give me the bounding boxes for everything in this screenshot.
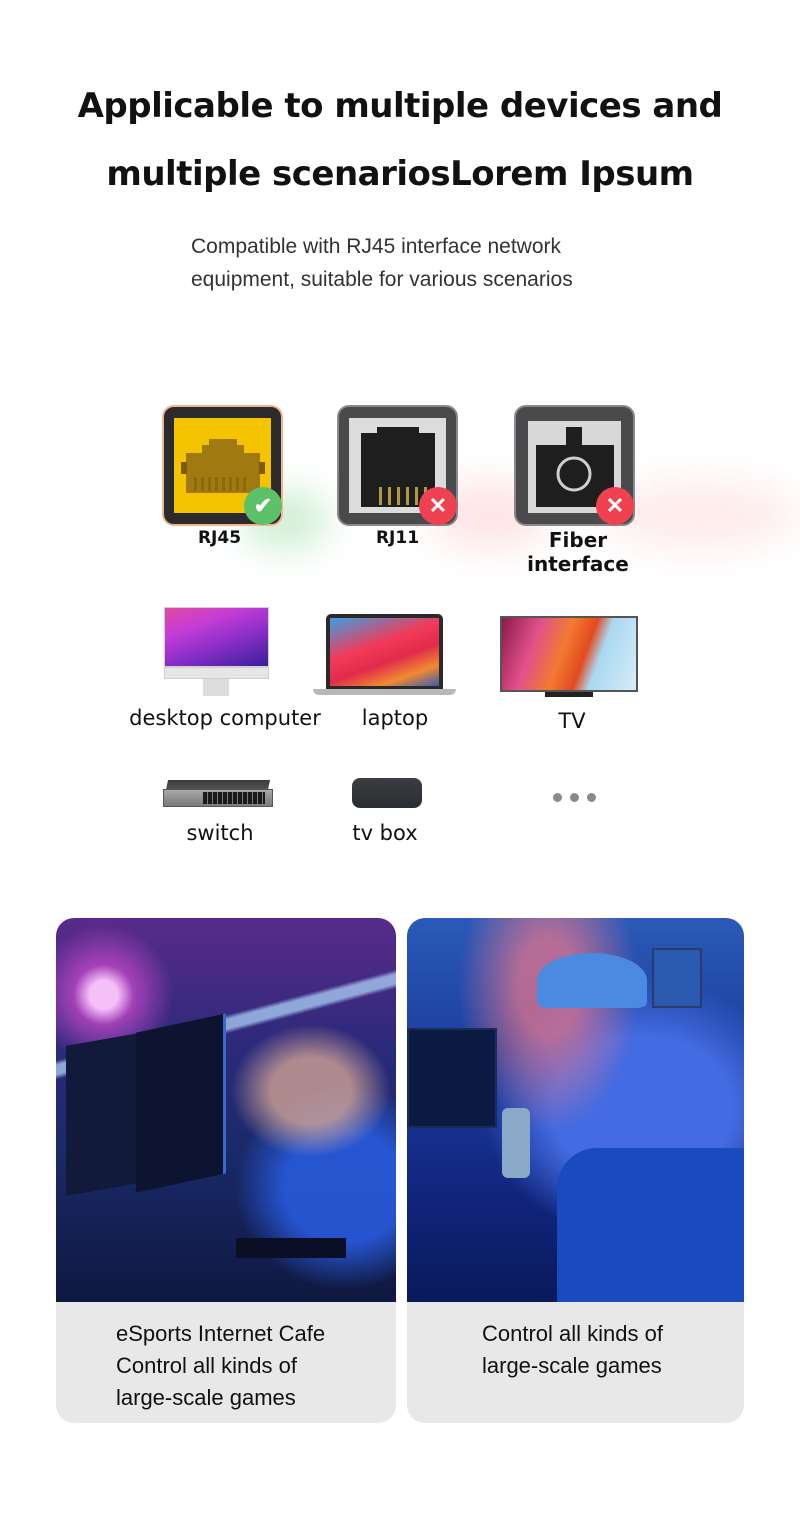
scenario-line-1: Control all kinds of (116, 1353, 297, 1378)
device-label-laptop: laptop (361, 706, 429, 730)
scenario-title: eSports Internet Cafe (116, 1321, 326, 1346)
more-dots-icon (553, 793, 596, 802)
rj45-port-icon: ✔ (162, 405, 283, 526)
scenario-line-2: large-scale games (116, 1385, 296, 1410)
subtitle-line-1: Compatible with RJ45 interface network (191, 235, 562, 258)
tv-box-icon (352, 778, 422, 808)
x-icon: ✕ (596, 487, 634, 525)
network-switch-icon (163, 780, 273, 808)
tv-icon (500, 616, 638, 698)
device-label-switch: switch (186, 821, 254, 845)
device-label-tv: TV (558, 709, 586, 733)
scenario-caption: eSports Internet Cafe Control all kinds … (116, 1318, 325, 1414)
page-title-line-1: Applicable to multiple devices and (77, 86, 723, 126)
check-icon: ✔ (244, 487, 282, 525)
scenario-caption: Control all kinds of large-scale games (482, 1318, 663, 1382)
desktop-computer-icon (163, 607, 270, 696)
scenario-card-esports: eSports Internet Cafe Control all kinds … (56, 918, 396, 1423)
fiber-port-icon: ✕ (514, 405, 635, 526)
esports-cafe-photo (56, 918, 396, 1302)
laptop-icon (313, 614, 456, 696)
subtitle: Compatible with RJ45 interface network e… (191, 230, 631, 296)
scenario-line-2: large-scale games (482, 1353, 662, 1378)
gamer-photo (407, 918, 744, 1302)
port-label-rj45: RJ45 (197, 528, 242, 548)
device-label-tv-box: tv box (352, 821, 418, 845)
scenario-card-gaming: Control all kinds of large-scale games (407, 918, 744, 1423)
port-label-rj11: RJ11 (375, 528, 420, 548)
rj11-port-icon: ✕ (337, 405, 458, 526)
scenario-line-1: Control all kinds of (482, 1321, 663, 1346)
device-label-desktop: desktop computer (129, 706, 321, 730)
x-icon: ✕ (419, 487, 457, 525)
port-label-fiber: Fiber interface (527, 528, 629, 576)
page-title-line-2: multiple scenariosLorem Ipsum (106, 154, 694, 194)
subtitle-line-2: equipment, suitable for various scenario… (191, 268, 573, 291)
